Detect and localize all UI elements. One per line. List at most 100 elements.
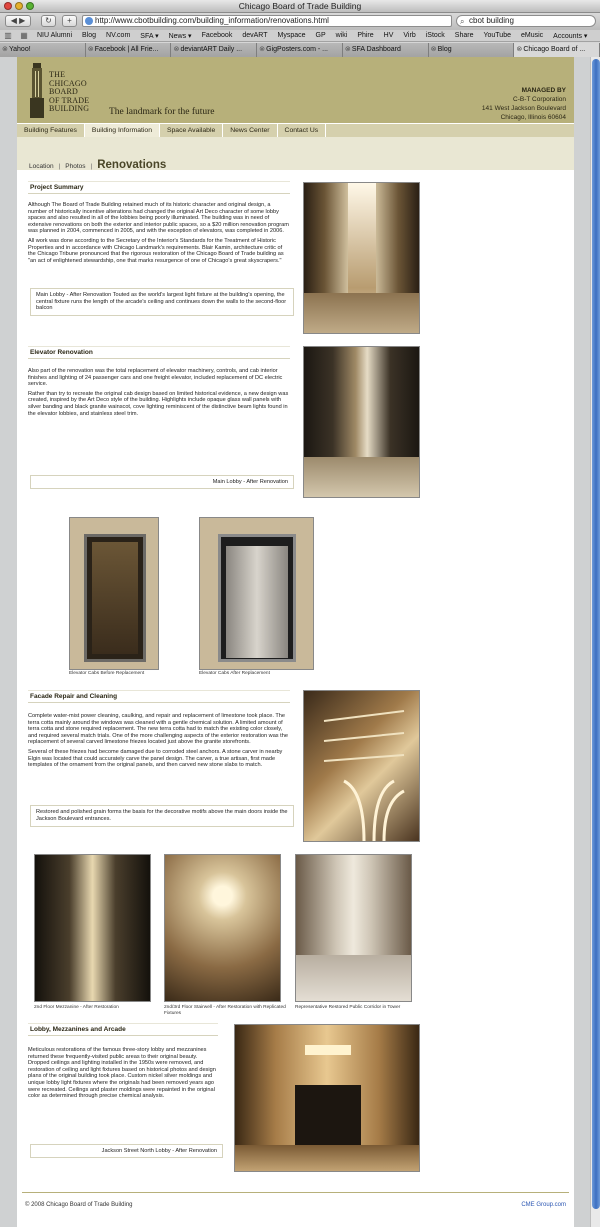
title-bar: Chicago Board of Trade Building	[0, 0, 600, 13]
cab-before-caption: Elevator Cabs Before Replacement	[69, 671, 145, 676]
browser-tab[interactable]: ⊗ deviantART Daily ...	[171, 43, 258, 57]
reload-icon: ↻	[45, 16, 52, 25]
close-tab-icon[interactable]: ⊗	[345, 43, 351, 57]
bookmark-item[interactable]: Blog	[77, 32, 101, 39]
elevator-caption: Main Lobby - After Renovation	[30, 475, 294, 489]
bookmark-item[interactable]: News ▾	[164, 32, 197, 40]
bookmark-item[interactable]: Myspace	[273, 32, 311, 39]
subnav-separator: |	[58, 163, 61, 170]
tab-bar: ⊗ Yahoo! ⊗ Facebook | All Frie... ⊗ deviantAR…	[0, 43, 600, 57]
paragraph: Also part of the renovation was the tota…	[28, 368, 283, 388]
bookmarks-grid-icon[interactable]: ▦	[16, 31, 32, 40]
lobby-body: Meticulous restorations of the famous th…	[28, 1047, 218, 1103]
tagline: The landmark for the future	[109, 107, 215, 117]
bookmark-item[interactable]: NV.com	[101, 32, 135, 39]
bookmark-item[interactable]: Accounts ▾	[548, 32, 592, 40]
bookmark-item[interactable]: NIU Alumni	[32, 32, 77, 39]
bookmark-item[interactable]: eMusic	[516, 32, 548, 39]
nav-item[interactable]: Contact Us	[278, 124, 327, 137]
summary-caption: Main Lobby - After Renovation Touted as …	[30, 288, 294, 316]
subnav-band: Location | Photos | Renovations	[17, 137, 574, 171]
search-text[interactable]: cbot building	[469, 16, 514, 25]
address-text[interactable]: http://www.cbotbuilding.com/building_inf…	[95, 16, 329, 25]
bookmark-item[interactable]: Phire	[352, 32, 378, 39]
copyright: © 2008 Chicago Board of Trade Building	[25, 1202, 133, 1208]
corridor-caption: Representative Restored Public Corridor …	[295, 1005, 401, 1010]
cab-after-caption: Elevator Cabs After Replacement	[199, 671, 270, 676]
paragraph: Meticulous restorations of the famous th…	[28, 1047, 216, 1100]
bookmark-item[interactable]: HV	[379, 32, 399, 39]
browser-toolbar: ◀ ▶ ↻ + http://www.cbotbuilding.com/buil…	[0, 13, 600, 30]
ceres-tower-logo	[30, 63, 44, 118]
subnav-photos-link[interactable]: Photos	[65, 163, 85, 170]
site-header: THE CHICAGO BOARD OF TRADE BUILDING The land…	[17, 57, 574, 123]
page-heading: Renovations	[97, 159, 167, 171]
browser-tab[interactable]: ⊗ Facebook | All Frie...	[85, 43, 172, 57]
plus-icon: +	[67, 16, 72, 25]
browser-tab[interactable]: ⊗ Chicago Board of ...	[514, 43, 600, 57]
back-arrow-icon[interactable]: ◀	[11, 16, 17, 25]
reload-button[interactable]: ↻	[41, 15, 56, 27]
logo-wordmark[interactable]: THE CHICAGO BOARD OF TRADE BUILDING	[49, 70, 90, 114]
subnav: Location | Photos | Renovations	[29, 159, 166, 171]
browser-tab[interactable]: ⊗ SFA Dashboard	[342, 43, 429, 57]
elevator-lobby-photo	[303, 346, 420, 498]
footer-divider	[22, 1192, 569, 1193]
cab-before-photo	[69, 517, 159, 670]
paragraph: Rather than try to recreate the original…	[28, 390, 289, 417]
address-bar[interactable]: http://www.cbotbuilding.com/building_inf…	[82, 15, 452, 27]
browser-tab[interactable]: ⊗ Yahoo!	[0, 43, 86, 57]
browser-tab[interactable]: ⊗ GigPosters.com - ...	[257, 43, 343, 57]
tab-label: Blog	[437, 46, 452, 53]
nav-item[interactable]: Building Features	[17, 124, 85, 137]
corridor-photo	[295, 854, 412, 1002]
nav-item[interactable]: News Center	[223, 124, 278, 137]
browser-tab[interactable]: ⊗ Blog	[428, 43, 515, 57]
forward-arrow-icon[interactable]: ▶	[19, 16, 25, 25]
close-tab-icon[interactable]: ⊗	[88, 43, 94, 57]
scrollbar-thumb[interactable]	[592, 59, 600, 1209]
close-tab-icon[interactable]: ⊗	[516, 43, 522, 57]
section-title-lobby: Lobby, Mezzanines and Arcade	[28, 1023, 218, 1036]
new-tab-button[interactable]: +	[62, 15, 77, 27]
search-icon: ⌕	[460, 17, 465, 26]
subnav-location-link[interactable]: Location	[29, 163, 54, 170]
section-title-elevator: Elevator Renovation	[28, 346, 290, 359]
main-nav: Building Features Building Information Spa…	[17, 123, 574, 137]
bookmark-item[interactable]: GP	[311, 32, 331, 39]
close-tab-icon[interactable]: ⊗	[431, 43, 437, 57]
bookmark-item[interactable]: YouTube	[478, 32, 516, 39]
elevator-body: Also part of the renovation was the tota…	[28, 368, 290, 420]
tab-label: Yahoo!	[9, 46, 31, 53]
cme-group-link[interactable]: CME Group.com	[521, 1202, 566, 1208]
bookmark-item[interactable]: Virb	[398, 32, 420, 39]
back-forward-button[interactable]: ◀ ▶	[5, 15, 31, 27]
managed-heading: MANAGED BY	[521, 87, 566, 94]
section-title-summary: Project Summary	[28, 181, 290, 194]
managed-line: C-B-T Corporation	[513, 96, 566, 103]
main-lobby-photo	[303, 182, 420, 334]
ornament-pattern	[323, 710, 405, 841]
close-tab-icon[interactable]: ⊗	[259, 43, 265, 57]
nav-item[interactable]: Building Information	[84, 124, 160, 137]
subnav-separator: |	[90, 163, 93, 170]
managed-by-block: MANAGED BY C-B-T Corporation 141 West Ja…	[482, 86, 566, 122]
vertical-scrollbar[interactable]	[590, 57, 600, 1227]
logo-line: BUILDING	[49, 104, 90, 113]
tab-label: deviantART Daily ...	[180, 46, 243, 53]
bookmark-item[interactable]: Facebook	[197, 32, 238, 39]
bookmark-item[interactable]: devART	[237, 32, 272, 39]
bookmark-item[interactable]: SFA ▾	[135, 32, 163, 40]
bookmarks-book-icon[interactable]: ▥	[0, 31, 16, 40]
mezzanine-caption: 2nd Floor Mezzanine - After Restoration	[34, 1005, 119, 1010]
close-tab-icon[interactable]: ⊗	[2, 43, 8, 57]
tab-label: GigPosters.com - ...	[266, 46, 329, 53]
nav-item[interactable]: Space Available	[160, 124, 224, 137]
globe-icon	[85, 17, 93, 25]
bookmark-item[interactable]: iStock	[421, 32, 450, 39]
bookmark-item[interactable]: wiki	[331, 32, 353, 39]
browser-window: Chicago Board of Trade Building ◀ ▶ ↻ + …	[0, 0, 600, 1227]
search-field[interactable]: ⌕ cbot building	[456, 15, 596, 27]
close-tab-icon[interactable]: ⊗	[173, 43, 179, 57]
bookmark-item[interactable]: Share	[450, 32, 479, 39]
